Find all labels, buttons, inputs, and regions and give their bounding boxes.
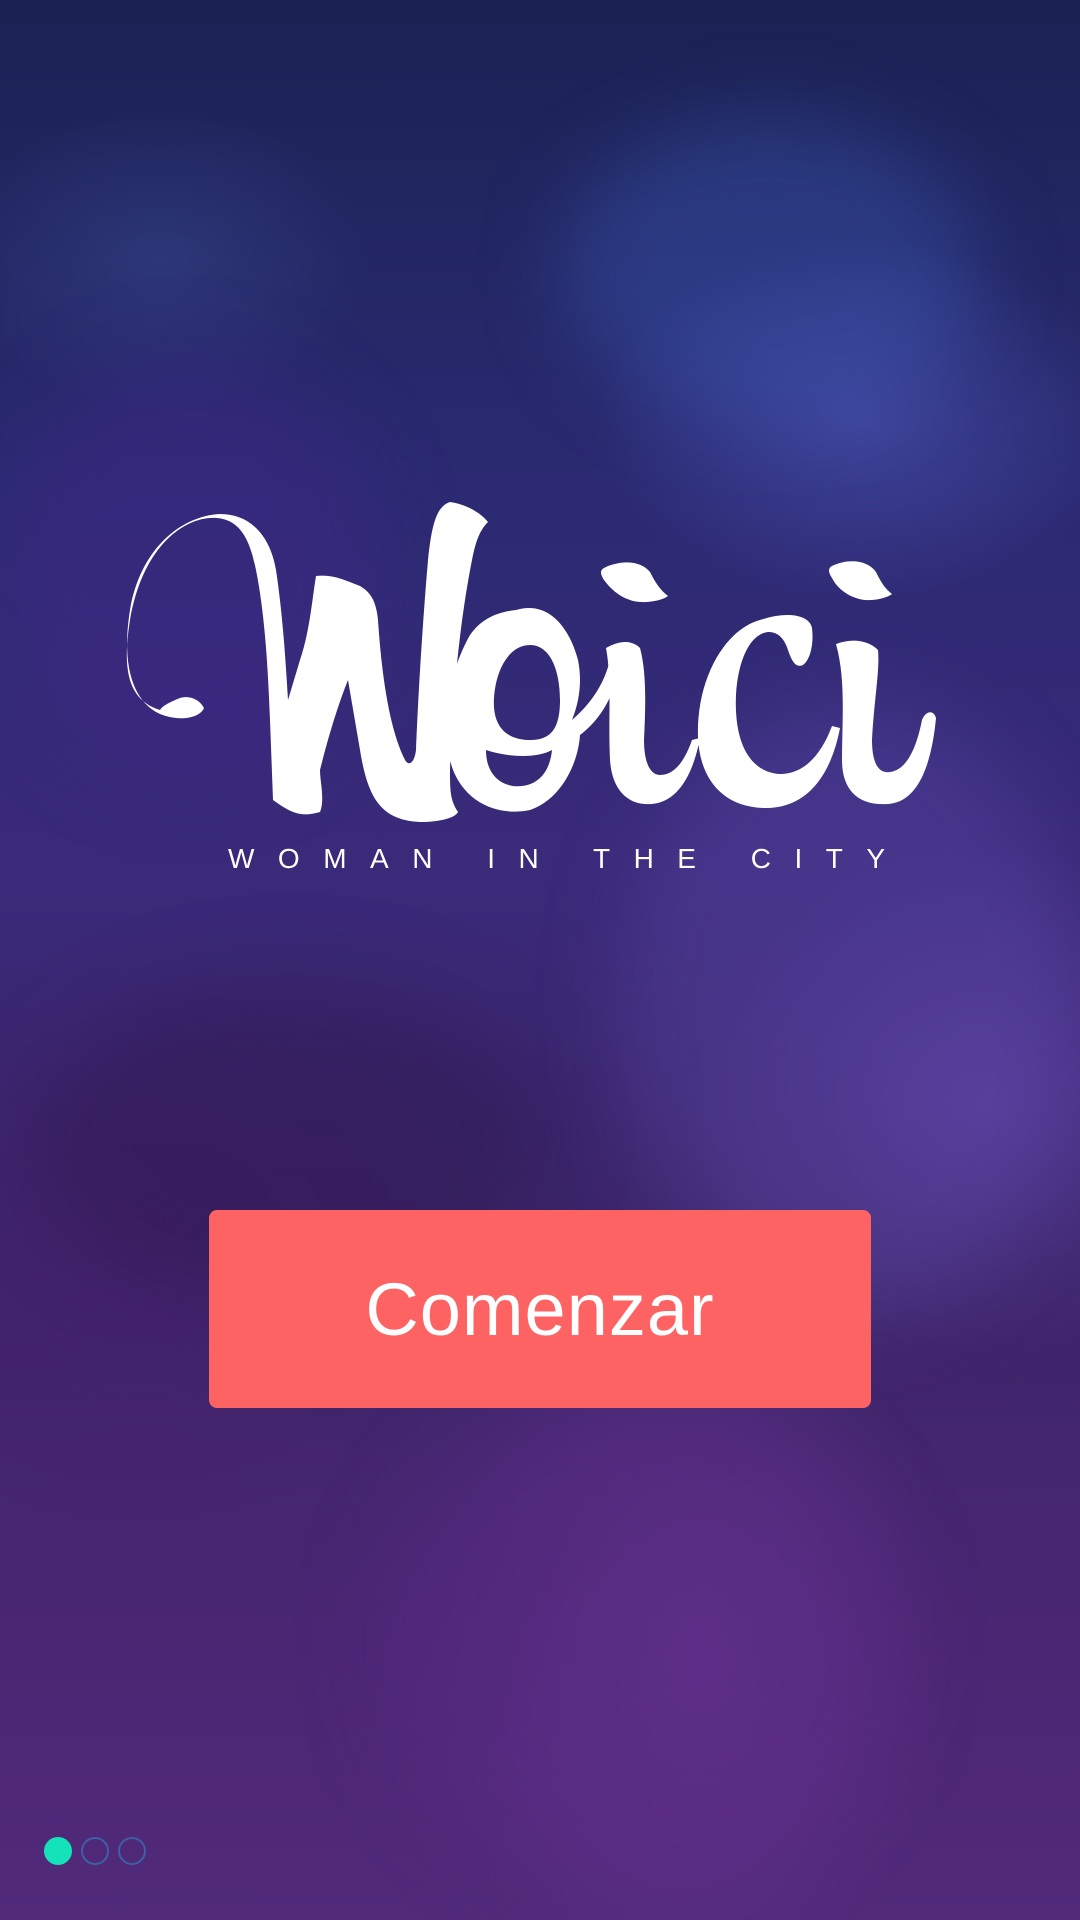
start-button[interactable]: Comenzar (209, 1210, 871, 1408)
tagline: WOMAN IN THE CITY (228, 843, 909, 874)
background-photo (0, 0, 1080, 1920)
page-dot-1[interactable] (44, 1837, 72, 1865)
page-dot-2[interactable] (81, 1837, 109, 1865)
page-indicator (44, 1837, 146, 1865)
brand-logo (0, 500, 1080, 880)
page-dot-3[interactable] (118, 1837, 146, 1865)
